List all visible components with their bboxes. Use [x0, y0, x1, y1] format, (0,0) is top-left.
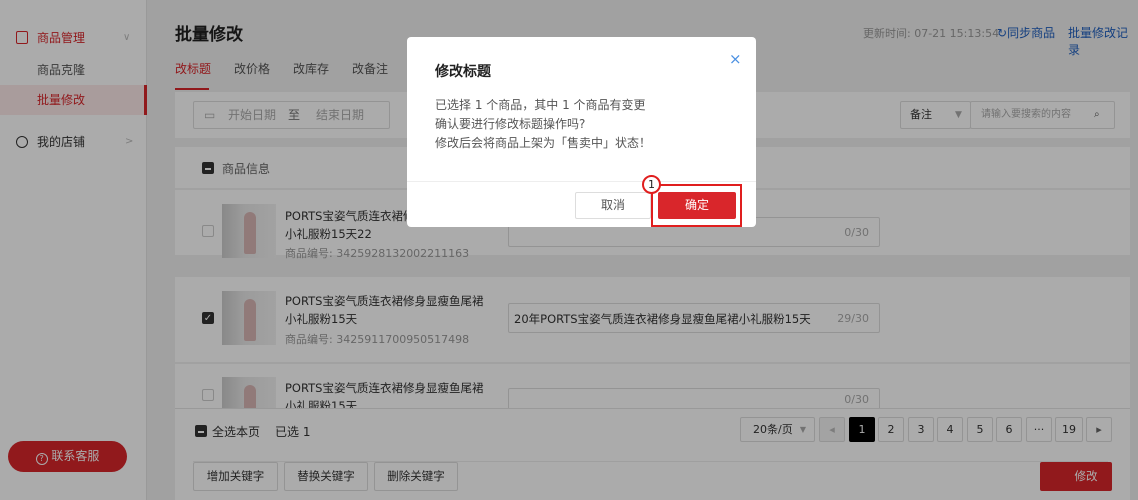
body-line: 确认要进行修改标题操作吗?: [435, 117, 586, 131]
body-line: 已选择 1 个商品，其中 1 个商品有变更: [435, 98, 646, 112]
body-line: 修改后会将商品上架为「售卖中」状态！: [435, 136, 652, 150]
step-marker: 1: [642, 175, 661, 194]
cancel-button[interactable]: 取消: [575, 192, 651, 219]
highlight-box: [651, 184, 742, 227]
divider: [407, 181, 756, 182]
dialog-title: 修改标题: [435, 64, 491, 80]
close-icon[interactable]: ×: [729, 50, 742, 68]
dialog-body: 已选择 1 个商品，其中 1 个商品有变更 确认要进行修改标题操作吗? 修改后会…: [435, 96, 651, 153]
